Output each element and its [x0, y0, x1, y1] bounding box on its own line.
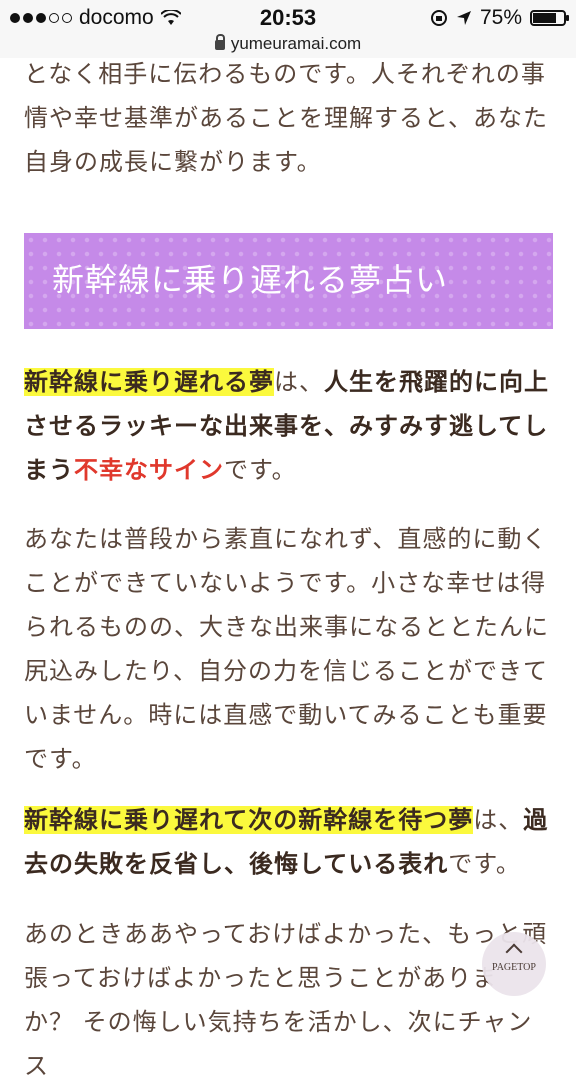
orientation-lock-icon — [430, 10, 447, 26]
text-line: となく相手に伝わるものです。人それぞれの事 — [24, 60, 546, 88]
status-bar: docomo 20:53 75% — [0, 0, 576, 34]
battery-level-fill — [533, 13, 556, 23]
bold-text: まう — [24, 456, 74, 484]
paragraph-4: あのときああやっておけばよかった、もっと頑 張っておけばよかったと思うことがあり… — [24, 912, 554, 1088]
battery-icon — [530, 10, 569, 26]
text-span: は、 — [274, 368, 324, 396]
text-line: 情や幸せ基準があることを理解すると、あなた — [24, 104, 549, 132]
paragraph-3: 新幹線に乗り遅れて次の新幹線を待つ夢は、過 去の失敗を反省し、後悔している表れで… — [24, 798, 554, 886]
url-text: yumeuramai.com — [230, 34, 362, 53]
bold-text: 去の失敗を反省し、後悔している表れ — [24, 850, 449, 878]
lock-icon — [214, 34, 225, 50]
text-line: 尻込みしたり、自分の力を信じることができて — [24, 657, 549, 685]
location-arrow-icon — [456, 11, 471, 25]
text-line: です。 — [24, 745, 97, 773]
bold-text: 過 — [523, 806, 549, 834]
status-icons: 75% — [430, 6, 569, 30]
intro-paragraph: となく相手に伝わるものです。人それぞれの事 情や幸せ基準があることを理解すると、… — [24, 52, 554, 184]
text-line: 張っておけばよかったと思うことがありま — [24, 964, 498, 992]
text-line: か？ その悔しい気持ちを活かし、次にチャンス — [24, 1008, 533, 1080]
paragraph-1: 新幹線に乗り遅れる夢は、人生を飛躍的に向上 させるラッキーな出来事を、みすみす逃… — [24, 360, 554, 492]
highlight-text: 新幹線に乗り遅れて次の新幹線を待つ夢 — [24, 806, 474, 834]
paragraph-2: あなたは普段から素直になれず、直感的に動く ことができていないようです。小さな幸… — [24, 517, 554, 781]
highlight-text: 新幹線に乗り遅れる夢 — [24, 368, 274, 396]
pagetop-button[interactable]: PAGETOP — [482, 932, 546, 996]
text-line: あのときああやっておけばよかった、もっと頑 — [24, 920, 548, 948]
text-line: あなたは普段から素直になれず、直感的に動く — [24, 525, 548, 553]
chevron-up-icon — [505, 943, 523, 961]
bold-text: 人生を飛躍的に向上 — [324, 368, 549, 396]
text-line: いません。時には直感で動いてみることも重要 — [24, 701, 548, 729]
text-span: です。 — [224, 456, 297, 484]
text-line: られるものの、大きな出来事になるととたんに — [24, 613, 549, 641]
section-heading-box: 新幹線に乗り遅れる夢占い — [24, 233, 553, 329]
text-span: です。 — [448, 850, 521, 878]
battery-percent: 75% — [479, 6, 522, 29]
text-line: ことができていないようです。小さな幸せは得 — [24, 569, 547, 597]
text-span: は、 — [473, 806, 524, 834]
text-line: 自身の成長に繋がります。 — [24, 148, 322, 176]
pagetop-label: PAGETOP — [492, 962, 536, 973]
section-heading: 新幹線に乗り遅れる夢占い — [52, 261, 449, 299]
bold-text: させるラッキーな出来事を、みすみす逃してし — [24, 412, 549, 440]
red-emphasis-text: 不幸なサイン — [74, 456, 224, 484]
